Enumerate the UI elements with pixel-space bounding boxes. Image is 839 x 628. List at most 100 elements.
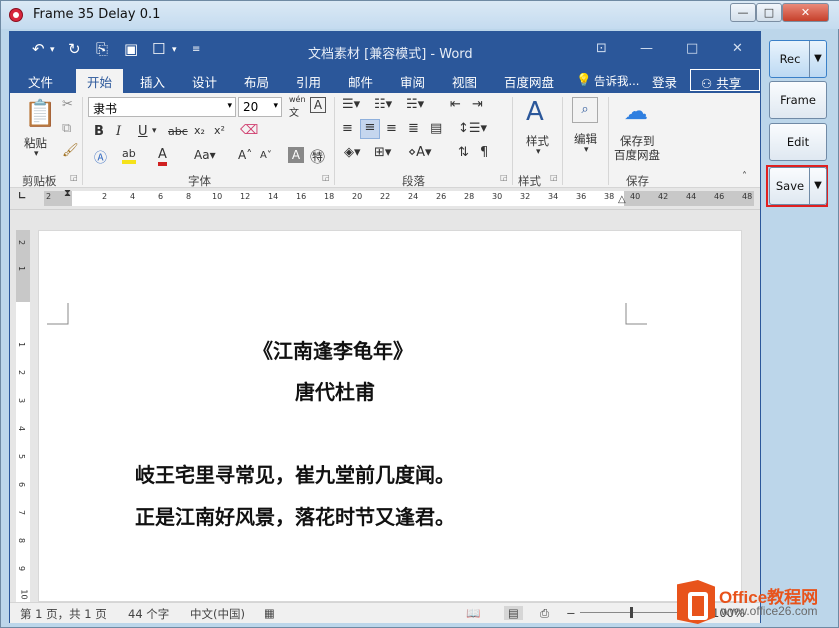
baidu-drive-label[interactable]: 百度网盘 [614,147,660,163]
highlight-icon[interactable]: ab [122,147,136,164]
font-size-select[interactable]: 20 ▾ [238,97,282,117]
tab-file[interactable]: 文件 [28,72,53,91]
align-left-icon[interactable]: ≡ [342,121,353,136]
indent-marker-icon[interactable]: ⧗ [64,188,71,199]
font-launcher-icon[interactable]: ◲ [322,173,330,182]
char-shading-icon[interactable]: A [288,147,304,163]
tab-insert[interactable]: 插入 [140,72,165,91]
format-painter-icon[interactable]: 🖌 [62,143,79,158]
copy-icon[interactable]: ⧉ [62,121,71,136]
shading-icon[interactable]: ◈▾ [344,145,361,160]
baidu-cloud-icon[interactable]: ☁ [624,97,648,125]
maximize-button[interactable]: □ [756,3,782,22]
char-border-icon[interactable]: A [310,97,326,113]
bullets-icon[interactable]: ☰▾ [342,97,360,112]
zoom-slider-thumb[interactable] [630,607,633,618]
tab-view[interactable]: 视图 [452,72,477,91]
macro-icon[interactable]: ▦ [264,606,275,620]
tab-selector-icon[interactable]: ∟ [18,191,26,202]
phonetic-guide-icon[interactable]: wén 文 [289,95,306,119]
superscript-button[interactable]: x² [214,124,225,137]
multilevel-list-icon[interactable]: ☵▾ [406,97,424,112]
enclose-char-icon[interactable]: ㊕ [310,146,325,167]
subscript-button[interactable]: x₂ [194,124,205,137]
save-icon[interactable]: ▣ [124,40,138,58]
decrease-indent-icon[interactable]: ⇤ [450,97,461,112]
tab-layout[interactable]: 布局 [244,72,269,91]
redo-icon[interactable]: ↻ [68,40,81,58]
collapse-ribbon-icon[interactable]: ˄ [742,171,747,182]
styles-dropdown-icon[interactable]: ▾ [536,147,541,157]
close-button[interactable]: ✕ [782,3,829,22]
tab-design[interactable]: 设计 [192,72,217,91]
chinese-layout-icon[interactable]: ⋄A▾ [408,145,432,160]
underline-dropdown-icon[interactable]: ▾ [152,126,157,136]
paragraph-launcher-icon[interactable]: ◲ [500,173,508,182]
align-center-icon[interactable]: ≡ [360,119,380,139]
rec-button[interactable]: Rec ▼ [769,40,827,78]
zoom-out-icon[interactable]: − [566,606,576,620]
align-right-icon[interactable]: ≡ [386,121,397,136]
rec-dropdown-icon[interactable]: ▼ [809,41,826,77]
word-maximize-icon[interactable]: □ [686,41,698,56]
tab-home[interactable]: 开始 [76,69,124,93]
tab-review[interactable]: 审阅 [400,72,425,91]
tab-mailings[interactable]: 邮件 [348,72,373,91]
show-marks-icon[interactable]: ¶ [480,145,488,160]
page-count[interactable]: 第 1 页，共 1 页 [20,606,107,622]
save-button[interactable]: Save ▼ [769,167,827,205]
touch-mode-icon[interactable]: ☐ [152,40,165,58]
find-icon[interactable]: ⌕ [572,97,598,123]
qa-dropdown-icon[interactable]: ▾ [172,45,177,55]
read-mode-icon[interactable]: 📖 [466,606,480,620]
numbering-icon[interactable]: ☷▾ [374,97,392,112]
clipboard-launcher-icon[interactable]: ◲ [70,173,78,182]
borders-icon[interactable]: ⊞▾ [374,145,391,160]
styles-icon[interactable]: A [526,97,544,127]
ribbon-display-icon[interactable]: ⊡ [596,41,607,56]
strikethrough-button[interactable]: abc [168,125,188,138]
sort-icon[interactable]: ⇅ [458,145,469,160]
edit-button[interactable]: Edit [769,123,827,161]
word-count[interactable]: 44 个字 [128,606,169,622]
cut-icon[interactable]: ✂ [62,97,73,112]
customize-qa-icon[interactable]: ≡ [192,44,200,55]
minimize-button[interactable]: — [730,3,756,22]
document-page[interactable]: 《江南逢李龟年》 唐代杜甫 岐王宅里寻常见，崔九堂前几度闻。 正是江南好风景，落… [38,230,742,602]
increase-indent-icon[interactable]: ⇥ [472,97,483,112]
line-spacing-icon[interactable]: ↕☰▾ [458,121,487,136]
change-case-icon[interactable]: Aa▾ [194,148,216,162]
share-button[interactable]: ⚇ 共享 [690,69,760,91]
justify-icon[interactable]: ≣ [408,121,419,136]
font-color-icon[interactable]: A [158,147,167,166]
word-minimize-icon[interactable]: — [640,41,653,56]
undo-dropdown-icon[interactable]: ▾ [50,45,55,55]
bold-button[interactable]: B [94,124,104,139]
distributed-icon[interactable]: ▤ [430,121,442,136]
format-painter-qa-icon[interactable]: ⎘ [96,40,108,58]
language-status[interactable]: 中文(中国) [190,606,245,622]
web-layout-icon[interactable]: ⎙ [540,606,549,621]
zoom-slider[interactable] [580,612,690,613]
word-close-icon[interactable]: ✕ [732,41,743,56]
tab-references[interactable]: 引用 [296,72,321,91]
save-dropdown-icon[interactable]: ▼ [809,168,826,204]
italic-button[interactable]: I [116,124,121,139]
clear-format-icon[interactable]: ⌫ [240,123,258,138]
underline-button[interactable]: U [138,124,148,139]
paste-dropdown-icon[interactable]: ▾ [34,149,39,159]
editing-dropdown-icon[interactable]: ▾ [584,145,589,155]
shrink-font-icon[interactable]: A˅ [260,150,272,161]
tell-me-input[interactable]: 告诉我... [594,73,639,89]
paste-icon[interactable]: 📋 [24,99,56,129]
undo-icon[interactable]: ↶ [32,40,45,58]
font-name-select[interactable]: 隶书 ▾ [88,97,236,117]
right-indent-marker-icon[interactable]: △ [618,194,626,205]
text-effects-icon[interactable]: Ⓐ [94,147,107,166]
login-link[interactable]: 登录 [652,72,677,91]
print-layout-icon[interactable]: ▤ [504,606,523,620]
styles-launcher-icon[interactable]: ◲ [550,173,558,182]
tab-baidu[interactable]: 百度网盘 [504,72,554,91]
frame-button[interactable]: Frame [769,81,827,119]
grow-font-icon[interactable]: A˄ [238,148,252,162]
